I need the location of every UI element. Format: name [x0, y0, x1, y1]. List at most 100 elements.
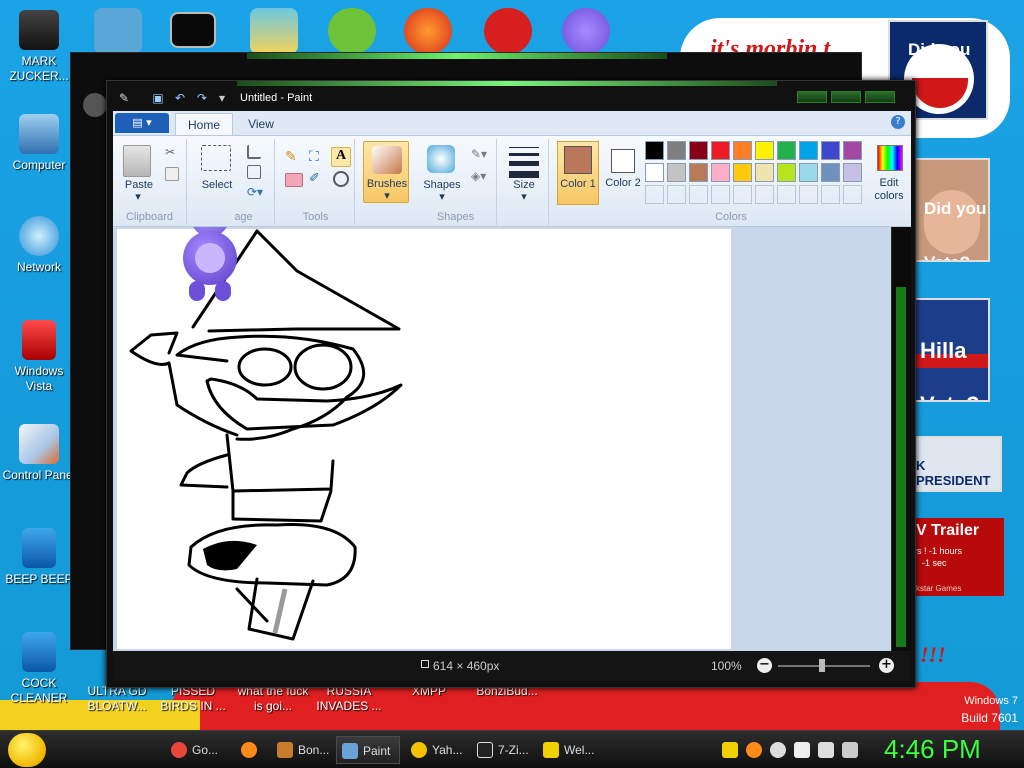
tray-minus-icon[interactable] — [770, 742, 786, 758]
scrollbar-thumb[interactable] — [896, 287, 906, 647]
close-button[interactable] — [865, 91, 895, 103]
palette-swatch[interactable] — [821, 185, 840, 204]
desktop-icon-ultra-gd[interactable]: ULTRA GD BLOATW... — [78, 684, 156, 714]
palette-swatch[interactable] — [689, 185, 708, 204]
save-icon[interactable]: ▣ — [151, 91, 165, 105]
palette-swatch[interactable] — [667, 141, 686, 160]
undo-icon[interactable]: ↶ — [173, 91, 187, 105]
desktop-icon-windows-vista[interactable]: Windows Vista — [0, 320, 78, 394]
palette-swatch[interactable] — [821, 141, 840, 160]
paint-menu-button[interactable]: ▤ ▾ — [115, 113, 169, 133]
customize-quick-access-icon[interactable]: ▾ — [215, 91, 229, 105]
palette-swatch[interactable] — [733, 163, 752, 182]
cut-icon[interactable]: ✂ — [165, 145, 179, 159]
bonzi-icon[interactable] — [562, 8, 610, 54]
palette-swatch[interactable] — [843, 163, 862, 182]
palette-swatch[interactable] — [667, 163, 686, 182]
start-button[interactable] — [8, 733, 46, 767]
palette-swatch[interactable] — [843, 141, 862, 160]
text-icon[interactable]: A — [331, 147, 351, 167]
cmd-icon[interactable] — [170, 12, 216, 48]
palette-swatch[interactable] — [755, 163, 774, 182]
paste-dropdown-icon[interactable]: ▾ — [131, 191, 145, 204]
back-button-icon[interactable] — [83, 93, 107, 117]
zoom-in-button[interactable]: + — [879, 658, 894, 673]
desktop-icon-what-the[interactable]: what the fuck is goi... — [234, 684, 312, 714]
taskbar-item-firefox[interactable] — [236, 736, 270, 764]
zoom-slider-thumb[interactable] — [819, 659, 825, 672]
palette-swatch[interactable] — [777, 185, 796, 204]
resize-icon[interactable] — [247, 165, 261, 179]
palette-swatch[interactable] — [689, 141, 708, 160]
palette-swatch[interactable] — [711, 185, 730, 204]
paint-window[interactable]: ✎ ▣ ↶ ↷ ▾ Untitled - Paint ▤ ▾ Home View… — [106, 80, 916, 688]
taskbar-item-bonzi[interactable]: Bon... — [272, 736, 330, 764]
taskbar-item-paint[interactable]: Paint — [336, 736, 400, 764]
minimize-button[interactable] — [797, 91, 827, 103]
palette-swatch[interactable] — [689, 163, 708, 182]
drawing-canvas[interactable] — [117, 227, 731, 649]
palette-swatch[interactable] — [733, 185, 752, 204]
size-dropdown-icon[interactable]: ▾ — [517, 191, 531, 204]
magnifier-icon[interactable] — [333, 171, 349, 187]
help-icon[interactable]: ? — [891, 115, 905, 129]
tray-network-icon[interactable] — [818, 742, 834, 758]
devcpp-icon[interactable] — [484, 8, 532, 54]
folder-stack-icon[interactable] — [250, 8, 298, 54]
crop-icon[interactable] — [247, 145, 261, 159]
desktop-icon-pissed-birds[interactable]: PISSED BIRDS IN ... — [154, 684, 232, 714]
palette-swatch[interactable] — [821, 163, 840, 182]
size-icon[interactable] — [509, 147, 539, 178]
palette-swatch[interactable] — [777, 141, 796, 160]
pencil-icon[interactable]: ✎ — [285, 149, 303, 167]
palette-swatch[interactable] — [799, 163, 818, 182]
tab-view[interactable]: View — [237, 113, 285, 135]
palette-swatch[interactable] — [645, 163, 664, 182]
paste-icon[interactable] — [123, 145, 151, 177]
desktop-icon-control-panel[interactable]: Control Panel — [0, 424, 78, 483]
brushes-button[interactable]: Brushes ▾ — [363, 141, 409, 203]
fill-icon[interactable]: ⛶ — [309, 149, 327, 167]
zoom-out-button[interactable]: − — [757, 658, 772, 673]
palette-swatch[interactable] — [755, 185, 774, 204]
p-logo-icon[interactable] — [404, 8, 452, 54]
maximize-button[interactable] — [831, 91, 861, 103]
color-picker-icon[interactable]: ✐ — [309, 171, 327, 189]
palette-swatch[interactable] — [645, 185, 664, 204]
angry-bird-icon[interactable] — [328, 8, 376, 54]
title-bar[interactable]: ✎ ▣ ↶ ↷ ▾ Untitled - Paint — [107, 81, 915, 111]
palette-swatch[interactable] — [711, 163, 730, 182]
palette-swatch[interactable] — [799, 185, 818, 204]
fill-shape-icon[interactable]: ◈▾ — [471, 169, 491, 183]
tab-home[interactable]: Home — [175, 113, 233, 135]
taskbar-item-chrome[interactable]: Go... — [166, 736, 224, 764]
paint-app-icon[interactable]: ✎ — [117, 91, 131, 105]
clock[interactable]: 4:46 PM — [884, 734, 981, 765]
taskbar-item-7zip[interactable]: 7-Zi... — [472, 736, 532, 764]
color1-button[interactable]: Color 1 — [557, 141, 599, 205]
eraser-icon[interactable] — [285, 173, 303, 187]
color2-button[interactable]: Color 2 — [603, 141, 643, 205]
tray-volume-icon[interactable] — [842, 742, 858, 758]
palette-swatch[interactable] — [711, 141, 730, 160]
edit-colors-button[interactable]: Edit colors — [869, 141, 909, 205]
palette-swatch[interactable] — [667, 185, 686, 204]
tray-banana-icon[interactable] — [722, 742, 738, 758]
palette-swatch[interactable] — [645, 141, 664, 160]
taskbar-item-yahoo[interactable]: Yah... — [406, 736, 466, 764]
tray-flag-icon[interactable] — [794, 742, 810, 758]
desktop-icon-russia[interactable]: RUSSIA INVADES ... — [310, 684, 388, 714]
select-label[interactable]: Select — [195, 179, 239, 192]
shapes-dropdown-icon[interactable]: ▾ — [435, 191, 449, 204]
desktop-icon-computer[interactable]: Computer — [0, 114, 78, 173]
redo-icon[interactable]: ↷ — [195, 91, 209, 105]
palette-swatch[interactable] — [799, 141, 818, 160]
tray-search-icon[interactable] — [746, 742, 762, 758]
palette-swatch[interactable] — [755, 141, 774, 160]
palette-swatch[interactable] — [733, 141, 752, 160]
rotate-icon[interactable]: ⟳▾ — [247, 185, 265, 199]
palette-swatch[interactable] — [843, 185, 862, 204]
palette-swatch[interactable] — [777, 163, 796, 182]
desktop-icon-network[interactable]: Network — [0, 216, 78, 275]
outline-icon[interactable]: ✎▾ — [471, 147, 491, 161]
